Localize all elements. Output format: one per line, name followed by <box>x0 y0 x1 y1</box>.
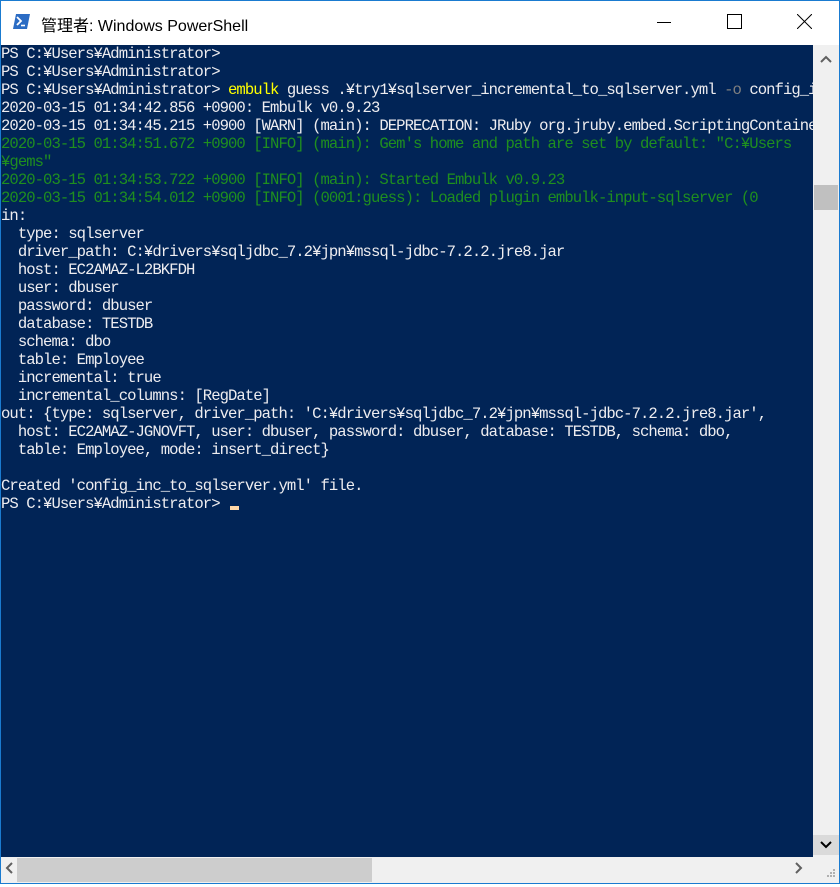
console-text-segment: 2020-03-15 01:34:42.856 +0900: Embulk v0… <box>1 99 380 117</box>
console-text-segment: 2020-03-15 01:34:54.012 +0900 [INFO] (00… <box>1 189 759 207</box>
console-line: host: EC2AMAZ-JGNOVFT, user: dbuser, pas… <box>1 423 813 441</box>
window-title: 管理者: Windows PowerShell <box>41 18 249 35</box>
scroll-down-button[interactable] <box>813 835 839 855</box>
console-text-segment: incremental_columns: [RegDate] <box>1 387 271 405</box>
scroll-up-button[interactable] <box>813 49 839 69</box>
console-text-segment: embulk <box>228 81 279 99</box>
maximize-button[interactable] <box>711 1 757 45</box>
console-text-segment: password: dbuser <box>1 297 153 315</box>
console-line: table: Employee <box>1 351 813 369</box>
console-text-segment: config_inc_to_sqlserver.yml <box>749 81 813 99</box>
console-text-segment: schema: dbo <box>1 333 111 351</box>
maximize-icon <box>726 13 742 33</box>
console-text-segment: incremental: true <box>1 369 162 387</box>
console-line: type: sqlserver <box>1 225 813 243</box>
console-line: incremental_columns: [RegDate] <box>1 387 813 405</box>
powershell-window: 管理者: Windows PowerShell PS C:¥Users¥Admi… <box>0 0 840 884</box>
console-lines: PS C:¥Users¥Administrator> PS C:¥Users¥Ad… <box>1 45 813 513</box>
console-line: 2020-03-15 01:34:53.722 +0900 [INFO] (ma… <box>1 171 813 189</box>
console-text-segment: 2020-03-15 01:34:45.215 +0900 [WARN] (ma… <box>1 117 813 135</box>
console-line: user: dbuser <box>1 279 813 297</box>
console-text-segment: database: TESTDB <box>1 315 153 333</box>
console-line: Created 'config_inc_to_sqlserver.yml' fi… <box>1 477 813 495</box>
console-line: PS C:¥Users¥Administrator> <box>1 45 813 63</box>
console-line: database: TESTDB <box>1 315 813 333</box>
console-line: table: Employee, mode: insert_direct} <box>1 441 813 459</box>
scroll-left-button[interactable] <box>1 857 17 883</box>
console-text-segment: in: <box>1 207 27 225</box>
horizontal-scrollbar[interactable] <box>1 857 813 883</box>
chevron-left-icon <box>5 862 13 878</box>
console-line: 2020-03-15 01:34:54.012 +0900 [INFO] (00… <box>1 189 813 207</box>
console-line: host: EC2AMAZ-L2BKFDH <box>1 261 813 279</box>
console-text-segment: Created 'config_inc_to_sqlserver.yml' fi… <box>1 477 363 495</box>
console-text-segment: PS C:¥Users¥Administrator> <box>1 81 229 99</box>
console-line: PS C:¥Users¥Administrator> <box>1 63 813 81</box>
console-line: 2020-03-15 01:34:51.672 +0900 [INFO] (ma… <box>1 135 813 153</box>
console-line: password: dbuser <box>1 297 813 315</box>
chevron-right-icon <box>795 862 803 878</box>
chevron-down-icon <box>820 838 832 852</box>
console-line: driver_path: C:¥drivers¥sqljdbc_7.2¥jpn¥… <box>1 243 813 261</box>
console-text-segment: table: Employee, mode: insert_direct} <box>1 441 330 459</box>
console-output[interactable]: PS C:¥Users¥Administrator> PS C:¥Users¥Ad… <box>1 45 813 857</box>
console-text-segment: 2020-03-15 01:34:51.672 +0900 [INFO] (ma… <box>1 135 792 153</box>
minimize-button[interactable] <box>641 1 687 45</box>
console-text-segment: out: {type: sqlserver, driver_path: 'C:¥… <box>1 405 767 423</box>
console-line: out: {type: sqlserver, driver_path: 'C:¥… <box>1 405 813 423</box>
vertical-scrollbar[interactable] <box>813 45 839 857</box>
chevron-up-icon <box>820 52 832 66</box>
console-text-segment: user: dbuser <box>1 279 120 297</box>
title-bar[interactable]: 管理者: Windows PowerShell <box>1 1 839 45</box>
console-line: PS C:¥Users¥Administrator> <box>1 495 813 513</box>
console-text-segment: ¥gems" <box>1 153 52 171</box>
console-line: in: <box>1 207 813 225</box>
close-button[interactable] <box>781 1 827 45</box>
console-text-segment: PS C:¥Users¥Administrator> <box>1 45 221 63</box>
console-text-segment: table: Employee <box>1 351 145 369</box>
console-text-segment: host: EC2AMAZ-L2BKFDH <box>1 261 196 279</box>
console-line: incremental: true <box>1 369 813 387</box>
console-text-segment: type: sqlserver <box>1 225 145 243</box>
close-icon <box>796 13 812 33</box>
console-text-segment: 2020-03-15 01:34:53.722 +0900 [INFO] (ma… <box>1 171 565 189</box>
console-line: schema: dbo <box>1 333 813 351</box>
console-line: ¥gems" <box>1 153 813 171</box>
console-text-segment: PS C:¥Users¥Administrator> <box>1 63 221 81</box>
minimize-icon <box>657 14 671 33</box>
powershell-icon <box>13 14 30 29</box>
vertical-scroll-thumb[interactable] <box>814 185 838 210</box>
console-text-segment: host: EC2AMAZ-JGNOVFT, user: dbuser, pas… <box>1 423 734 441</box>
console-line: 2020-03-15 01:34:45.215 +0900 [WARN] (ma… <box>1 117 813 135</box>
text-cursor <box>230 506 240 510</box>
horizontal-scroll-thumb[interactable] <box>17 858 372 882</box>
console-text-segment: driver_path: C:¥drivers¥sqljdbc_7.2¥jpn¥… <box>1 243 565 261</box>
console-line: 2020-03-15 01:34:42.856 +0900: Embulk v0… <box>1 99 813 117</box>
resize-grip[interactable] <box>813 857 839 883</box>
scroll-right-button[interactable] <box>791 857 807 883</box>
console-text-segment: PS C:¥Users¥Administrator> <box>1 495 229 513</box>
resize-grip-icon <box>827 869 835 877</box>
console-text-segment: -o <box>724 81 742 99</box>
console-line: PS C:¥Users¥Administrator> embulk guess … <box>1 81 813 99</box>
console-text-segment: guess .¥try1¥sqlserver_incremental_to_sq… <box>278 81 725 99</box>
